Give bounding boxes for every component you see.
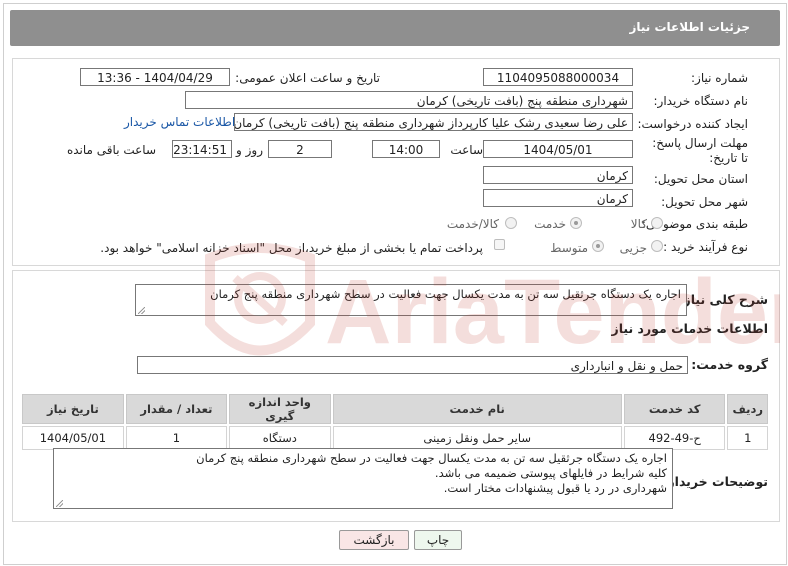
purchase-radio-minor[interactable]	[651, 240, 663, 252]
days-remaining-field[interactable]: 2	[268, 140, 332, 158]
announce-label: تاریخ و ساعت اعلان عمومی:	[235, 71, 380, 85]
need-number-field[interactable]: 1104095088000034	[483, 68, 633, 86]
col-header-row-number: ردیف	[727, 394, 768, 424]
col-header-need-date: تاریخ نیاز	[22, 394, 124, 424]
province-label: استان محل تحویل:	[653, 172, 748, 186]
buyer-org-label: نام دستگاه خریدار:	[653, 94, 749, 108]
service-group-label: گروه خدمت:	[691, 357, 768, 372]
time-remaining-field[interactable]: 23:14:51	[172, 140, 232, 158]
resize-grip-icon[interactable]	[138, 307, 145, 314]
resize-grip-icon[interactable]	[56, 500, 63, 507]
category-option-goods-service: کالا/خدمت	[446, 217, 499, 231]
table-header-row: ردیف کد خدمت نام خدمت واحد اندازه گیری ت…	[22, 394, 768, 424]
category-radio-goods[interactable]	[651, 217, 663, 229]
creator-label: ایجاد کننده درخواست:	[637, 117, 748, 131]
buyer-notes-line: اجاره یک دستگاه جرثقیل سه تن به مدت یکسا…	[196, 451, 667, 465]
buyer-notes-line: شهرداری در رد یا قبول پیشنهادات مختار اس…	[443, 481, 667, 495]
category-option-service: خدمت	[534, 217, 566, 231]
purchase-option-minor: جزیی	[619, 241, 647, 255]
deadline-label: مهلت ارسال پاسخ: تا تاریخ:	[652, 136, 748, 165]
summary-text: اجاره یک دستگاه جرثقیل سه تن به مدت یکسا…	[210, 287, 681, 301]
category-radio-service[interactable]	[570, 217, 582, 229]
summary-textarea[interactable]: اجاره یک دستگاه جرثقیل سه تن به مدت یکسا…	[135, 284, 687, 316]
deadline-date-field[interactable]: 1404/05/01	[483, 140, 633, 158]
buyer-org-field[interactable]: شهرداری منطقه پنج (بافت تاریخی) کرمان	[185, 91, 633, 109]
page-title: جزئیات اطلاعات نیاز	[629, 20, 750, 34]
col-header-service-name: نام خدمت	[332, 394, 622, 424]
time-remaining-label: ساعت باقی مانده	[66, 143, 156, 157]
col-header-service-code: کد خدمت	[623, 394, 726, 424]
purchase-radio-medium[interactable]	[592, 240, 604, 252]
buyer-contact-link[interactable]: اطلاعات تماس خریدار	[124, 115, 235, 129]
city-label: شهر محل تحویل:	[661, 195, 748, 209]
summary-label: شرح کلی نیاز:	[678, 292, 768, 307]
creator-field[interactable]: علی رضا سعیدی رشک علیا کارپرداز شهرداری …	[234, 113, 633, 131]
province-field[interactable]: کرمان	[483, 166, 633, 184]
back-button[interactable]: بازگشت	[339, 530, 409, 550]
cell-service-name: سایر حمل ونقل زمینی	[332, 426, 622, 450]
buyer-notes-line: کلیه شرایط در فایلهای پیوستی ضمیمه می با…	[434, 466, 667, 480]
city-field[interactable]: کرمان	[483, 189, 633, 207]
treasury-payment-checkbox[interactable]	[494, 239, 505, 250]
category-radio-goods-service[interactable]	[505, 217, 517, 229]
treasury-payment-note: پرداخت تمام یا بخشی از مبلغ خرید،از محل …	[100, 241, 483, 255]
cell-need-date: 1404/05/01	[22, 426, 124, 450]
buyer-notes-label: توضیحات خریدار:	[662, 474, 768, 489]
deadline-time-label: ساعت	[450, 143, 483, 157]
purchase-type-label: نوع فرآیند خرید :	[663, 240, 748, 254]
announce-datetime-field[interactable]: 1404/04/29 - 13:36	[80, 68, 230, 86]
header-bar: جزئیات اطلاعات نیاز	[10, 10, 780, 46]
services-section-title: اطلاعات خدمات مورد نیاز	[611, 321, 769, 336]
services-table: ردیف کد خدمت نام خدمت واحد اندازه گیری ت…	[20, 392, 770, 452]
col-header-quantity: تعداد / مقدار	[125, 394, 228, 424]
cell-service-code: ح-49-492	[623, 426, 726, 450]
table-row[interactable]: 1 ح-49-492 سایر حمل ونقل زمینی دستگاه 1 …	[22, 426, 768, 450]
category-option-goods: کالا	[630, 217, 647, 231]
need-number-label: شماره نیاز:	[691, 71, 748, 85]
days-label: روز و	[236, 143, 263, 157]
cell-quantity: 1	[125, 426, 228, 450]
deadline-time-field[interactable]: 14:00	[372, 140, 440, 158]
buyer-notes-textarea[interactable]: اجاره یک دستگاه جرثقیل سه تن به مدت یکسا…	[53, 448, 673, 509]
print-button[interactable]: چاپ	[414, 530, 462, 550]
cell-unit: دستگاه	[229, 426, 331, 450]
col-header-unit: واحد اندازه گیری	[229, 394, 331, 424]
service-group-field[interactable]: حمل و نقل و انبارداری	[137, 356, 688, 374]
purchase-option-medium: متوسط	[550, 241, 588, 255]
cell-row-number: 1	[727, 426, 768, 450]
